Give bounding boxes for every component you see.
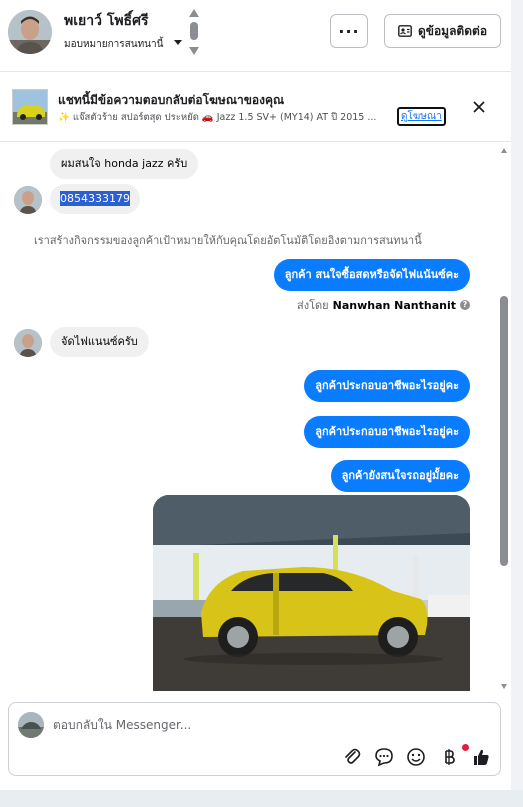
ad-reply-banner: แชทนี้มีข้อความตอบกลับต่อโฆษณาของคุณ ✨ แ… xyxy=(0,72,511,142)
incoming-message: ผมสนใจ honda jazz ครับ xyxy=(50,149,199,179)
contact-avatar[interactable] xyxy=(8,10,52,54)
outgoing-message: ลูกค้าประกอบอาชีพอะไรอยู่คะ xyxy=(304,416,470,448)
attachment-icon[interactable] xyxy=(342,747,362,767)
close-icon[interactable] xyxy=(470,98,488,116)
page-avatar xyxy=(18,712,44,738)
outgoing-message: ลูกค้าประกอบอาชีพอะไรอยู่คะ xyxy=(304,370,470,402)
view-ad-link[interactable]: ดูโฆษณา xyxy=(397,107,446,126)
incoming-message: จัดไฟแนนซ์ครับ xyxy=(50,327,149,357)
ad-banner-subtitle: ✨ แจ๊สตัวร้าย สปอร์ตสุด ประหยัด 🚗 Jazz 1… xyxy=(58,112,377,123)
saved-reply-icon[interactable] xyxy=(374,747,394,767)
side-rail xyxy=(511,0,523,807)
message-composer xyxy=(8,702,501,776)
contact-avatar-small xyxy=(14,186,42,214)
stepper-icon[interactable] xyxy=(188,9,200,55)
payment-icon[interactable] xyxy=(439,747,459,767)
emoji-icon[interactable] xyxy=(406,747,426,767)
sent-by-prefix: ส่งโดย xyxy=(297,299,329,312)
conversation-header: พเยาว์ โพธิ์ศรี มอบหมายการสนทนานี้ ··· ด… xyxy=(0,0,511,72)
contact-avatar-small xyxy=(14,329,42,357)
conversation-scrollbar[interactable] xyxy=(499,146,509,691)
assign-conversation-label[interactable]: มอบหมายการสนทนานี้ xyxy=(64,37,163,52)
outgoing-message: ลูกค้า สนใจซื้อสดหรือจัดไฟแน้นซ์คะ xyxy=(273,259,470,291)
ad-banner-title: แชทนี้มีข้อความตอบกลับต่อโฆษณาของคุณ xyxy=(58,93,285,107)
message-list[interactable]: ผมสนใจ honda jazz ครับ 0854333179 เราสร้… xyxy=(0,142,511,691)
info-icon[interactable]: ? xyxy=(460,300,470,310)
chat-panel: พเยาว์ โพธิ์ศรี มอบหมายการสนทนานี้ ··· ด… xyxy=(0,0,511,790)
system-notice: เราสร้างกิจกรรมของลูกค้าเป้าหมายให้กับคุ… xyxy=(34,234,422,247)
bottom-strip xyxy=(0,790,523,807)
sent-by-label: ส่งโดย Nanwhan Nanthanit ? xyxy=(297,296,470,314)
contact-name[interactable]: พเยาว์ โพธิ์ศรี xyxy=(64,10,149,32)
ad-thumbnail[interactable] xyxy=(12,89,48,125)
thumbs-up-icon[interactable] xyxy=(471,747,491,767)
phone-number-selected: 0854333179 xyxy=(60,191,130,206)
contact-card-icon xyxy=(398,25,412,37)
contact-info-label: ดูข้อมูลติดต่อ xyxy=(417,23,488,38)
sent-by-name: Nanwhan Nanthanit xyxy=(332,298,456,312)
car-photo-attachment[interactable] xyxy=(153,495,470,691)
outgoing-message: ลูกค้ายังสนใจรถอยู่มั้ยคะ xyxy=(330,460,470,492)
notification-dot xyxy=(462,744,469,751)
incoming-message-phone: 0854333179 xyxy=(50,184,140,214)
contact-info-button[interactable]: ดูข้อมูลติดต่อ xyxy=(384,14,501,48)
more-options-button[interactable]: ··· xyxy=(330,14,368,48)
reply-input[interactable] xyxy=(53,714,413,736)
caret-down-icon[interactable] xyxy=(172,36,184,48)
